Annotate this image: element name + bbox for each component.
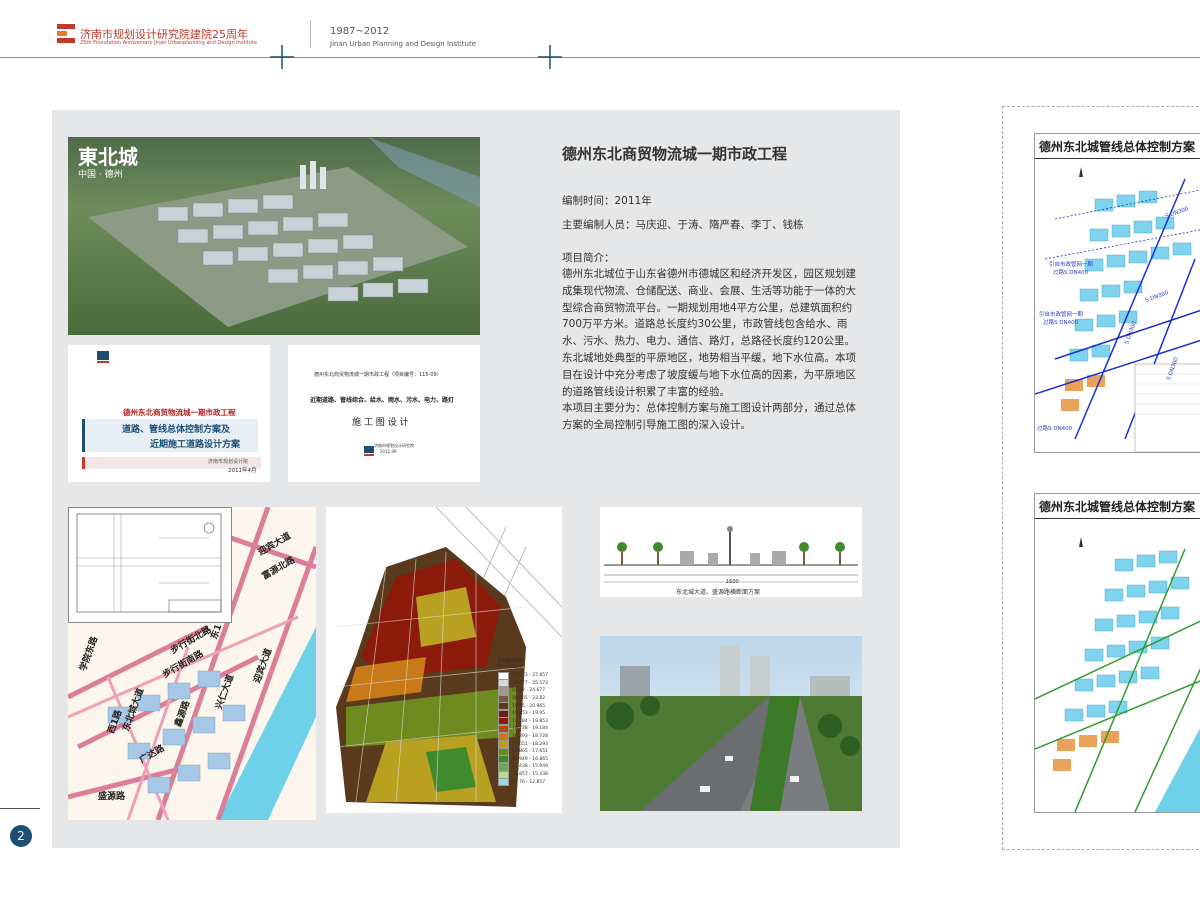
report-cover-2: 德州东北商贸物流城一期市政工程（项目编号：115-09） 近期道路、管线综合、给… [288,345,480,482]
legend-range: 15.438 - 15.949 [512,764,548,770]
jn-logo-icon [364,441,374,456]
institute-name-en: Jinan Urban Planning and Design Institut… [330,40,477,48]
aerial-logo-sub: 中国 · 德州 [78,170,123,180]
legend-swatch [498,778,509,787]
org-sub: 25th Foundation Anniversary Jinan Urbanp… [80,40,257,46]
cover1-title: 德州东北商贸物流城一期市政工程 [123,408,236,417]
road-label: 盛源路 [98,792,126,802]
page-rule [0,808,40,809]
road-network-map: 迎宾大道 富源北路 步行街北路 步行街南路 东1 学院东路 东北城大道 西1路 … [68,507,316,820]
legend-range: 23.82 - 24.677 [512,688,546,694]
legend-range: 15.949 - 16.865 [512,756,548,762]
crosshair-icon [538,45,562,69]
project-title: 德州东北商贸物流城一期市政工程 [562,145,788,163]
section-caption: 东北城大道、盛源路横断面方案 [676,589,761,596]
legend-range: 17.651 - 18.293 [512,741,548,747]
pipe-note: 引自市政管网一期 [1049,262,1094,268]
section-total-width: 1600 [726,579,739,585]
staff-list: 主要编制人员：马庆迎、于涛、隋严春、李丁、钱栋 [562,219,804,231]
cover2-line3: 施 工 图 设 计 [352,418,409,428]
legend-range: 19.184 - 19.853 [512,718,548,724]
compile-date: 编制时间：2011年 [562,195,652,207]
intro-paragraph-2: 本项目主要分为：总体控制方案与施工图设计两部分，通过总体方案的全局控制引导施工图… [562,402,856,432]
header-rule [0,57,1200,58]
cover2-date: 2011.09 [380,449,397,454]
legend-range: 19.95 - 20.965 [512,703,546,709]
legend-range: 16.865 - 17.651 [512,749,548,755]
intro-text: 德州东北城位于山东省德州市德城区和经济开发区，园区规划建成集现代物流、仓储配送、… [562,266,862,434]
cover2-line1: 德州东北商贸物流城一期市政工程（项目编号：115-09） [314,372,442,378]
elevation-legend: Legend Elevation 25.573 - 27.857 24.677 -… [498,657,560,787]
anniversary-years: 1987~2012 [330,26,390,37]
cover2-line2: 近期道路、管线综合、给水、雨水、污水、电力、路灯 [310,397,455,404]
legend-items: 25.573 - 27.857 24.677 - 25.573 23.82 - 24… [498,671,560,787]
cover1-org: 济南市规划设计院 [208,459,249,465]
cover1-subtitle-2: 近期施工道路设计方案 [150,440,241,450]
elevation-map: Legend Elevation 25.573 - 27.857 24.677 -… [326,507,562,813]
pipe-note: 过路S DN400 [1053,270,1089,276]
intro-paragraph-1: 德州东北城位于山东省德州市德城区和经济开发区，园区规划建成集现代物流、仓储配送、… [562,268,856,398]
legend-subtitle: Elevation [498,664,522,670]
road-cross-section: 1600 东北城大道、盛源路横断面方案 [600,507,862,597]
intro-heading: 项目简介： [562,252,615,264]
legend-range: 19.853 - 19.95 [512,711,546,717]
legend-title: Legend [498,657,523,664]
sheet-title: 德州东北城管线总体控制方案 [1039,140,1196,154]
aerial-rendering: 東北城 中国 · 德州 [68,137,480,335]
jn-logo-icon [96,349,110,363]
report-cover-1: 德州东北商贸物流城一期市政工程 道路、管线总体控制方案及 近期施工道路设计方案 … [68,345,270,482]
legend-range: 11.76 - 12.857 [512,779,546,785]
sheet-title: 德州东北城管线总体控制方案 [1039,500,1196,514]
legend-range: 25.573 - 27.857 [512,673,548,679]
aerial-logo: 東北城 [78,145,138,169]
legend-item: 11.76 - 12.857 [498,778,560,787]
plan-inset [68,507,232,623]
legend-range: 24.677 - 25.573 [512,680,548,686]
boulevard-rendering [600,636,862,811]
pipe-note: 引自市政管网一期 [1039,312,1084,318]
page-number: 2 [10,825,32,847]
cover1-date: 2011年4月 [228,468,257,474]
pipe-note: 过路S DN400 [1043,320,1079,326]
cover1-subtitle-1: 道路、管线总体控制方案及 [122,425,231,435]
pipeline-plan-sheet-1: 德州东北城管线总体控制方案 引自市政管网一期 过路S DN400 引自市政管网一… [1034,133,1200,453]
pipe-note: 过路S DN400 [1037,426,1073,432]
legend-range: 12.857 - 15.438 [512,772,548,778]
header-divider [310,20,311,48]
crosshair-icon [270,45,294,69]
institute-logo [55,22,77,46]
legend-range: 18.293 - 18.728 [512,734,548,740]
legend-range: 20.965 - 23.82 [512,696,546,702]
legend-range: 18.728 - 19.184 [512,726,548,732]
pipeline-plan-sheet-2: 德州东北城管线总体控制方案 [1034,493,1200,813]
